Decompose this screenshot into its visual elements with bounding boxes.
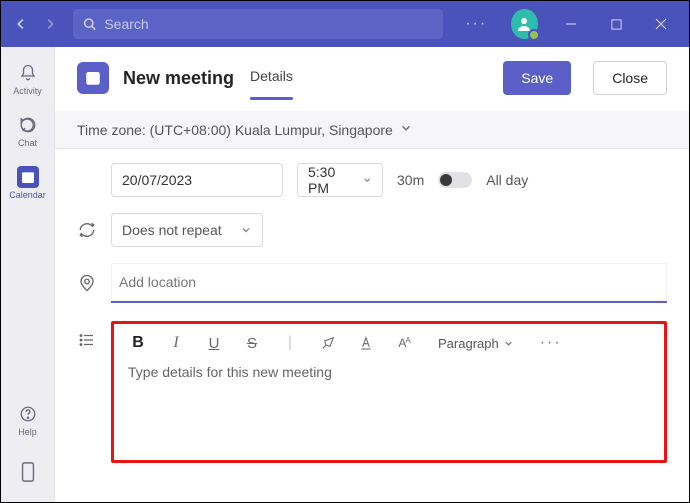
- title-bar: ···: [1, 1, 689, 47]
- search-input[interactable]: [104, 16, 433, 32]
- calendar-icon: [17, 166, 39, 188]
- date-value: 20/07/2023: [122, 172, 192, 188]
- chevron-down-icon: [503, 338, 514, 349]
- paragraph-select[interactable]: Paragraph: [438, 336, 514, 351]
- window-close-button[interactable]: [642, 9, 681, 39]
- nav-label: Activity: [13, 86, 42, 96]
- italic-button[interactable]: I: [166, 334, 186, 352]
- nav-item-calendar[interactable]: Calendar: [2, 159, 54, 207]
- timezone-label: Time zone: (UTC+08:00) Kuala Lumpur, Sin…: [77, 122, 393, 138]
- meeting-icon: [77, 62, 109, 94]
- time-value: 5:30 PM: [308, 164, 354, 196]
- repeat-value: Does not repeat: [122, 222, 222, 238]
- font-color-button[interactable]: [356, 335, 376, 351]
- nav-item-activity[interactable]: Activity: [2, 55, 54, 103]
- page-header: New meeting Details Save Close: [55, 47, 689, 103]
- location-placeholder: Add location: [119, 274, 196, 290]
- divider: |: [280, 334, 300, 352]
- nav-item-chat[interactable]: Chat: [2, 107, 54, 155]
- close-button[interactable]: Close: [593, 61, 667, 95]
- time-field[interactable]: 5:30 PM: [297, 163, 383, 197]
- chat-icon: [17, 114, 39, 136]
- all-day-toggle[interactable]: [438, 172, 472, 188]
- user-avatar[interactable]: [511, 9, 538, 39]
- chevron-down-icon: [240, 224, 252, 236]
- window-maximize-button[interactable]: [597, 9, 636, 39]
- nav-forward-button[interactable]: [38, 11, 61, 37]
- nav-item-device[interactable]: [2, 448, 54, 496]
- location-input[interactable]: Add location: [111, 263, 667, 303]
- list-icon: [77, 331, 97, 463]
- nav-label: Calendar: [9, 190, 46, 200]
- save-button[interactable]: Save: [503, 61, 571, 95]
- nav-label: Chat: [18, 138, 37, 148]
- search-icon: [83, 17, 96, 31]
- tab-details[interactable]: Details: [250, 68, 293, 88]
- strike-button[interactable]: S: [242, 335, 262, 352]
- nav-back-button[interactable]: [9, 11, 32, 37]
- nav-label: Help: [18, 427, 37, 437]
- toolbar-more-button[interactable]: ···: [540, 334, 562, 352]
- title-more-button[interactable]: ···: [455, 15, 497, 33]
- repeat-icon: [77, 221, 97, 239]
- location-icon: [77, 274, 97, 292]
- highlight-button[interactable]: [318, 335, 338, 351]
- presence-badge: [528, 29, 540, 41]
- paragraph-label: Paragraph: [438, 336, 499, 351]
- date-field[interactable]: 20/07/2023: [111, 163, 283, 197]
- date-time-row: 20/07/2023 5:30 PM 30m All day: [77, 163, 667, 197]
- repeat-row: Does not repeat: [77, 213, 667, 247]
- description-row: B I U S | AA Paragraph: [77, 321, 667, 463]
- help-icon: [17, 403, 39, 425]
- chevron-down-icon: [399, 121, 413, 138]
- content-area: New meeting Details Save Close Time zone…: [55, 47, 689, 502]
- all-day-label: All day: [486, 172, 528, 188]
- description-editor[interactable]: B I U S | AA Paragraph: [111, 321, 667, 463]
- window-minimize-button[interactable]: [552, 9, 591, 39]
- duration-label: 30m: [397, 172, 424, 188]
- editor-placeholder: Type details for this new meeting: [128, 364, 332, 380]
- timezone-row[interactable]: Time zone: (UTC+08:00) Kuala Lumpur, Sin…: [55, 111, 689, 149]
- device-icon: [17, 461, 39, 483]
- editor-toolbar: B I U S | AA Paragraph: [114, 324, 664, 358]
- underline-button[interactable]: U: [204, 335, 224, 352]
- font-size-button[interactable]: AA: [394, 336, 414, 350]
- editor-body[interactable]: Type details for this new meeting: [114, 358, 664, 460]
- bold-button[interactable]: B: [128, 334, 148, 352]
- left-nav: Activity Chat Calendar Help: [1, 47, 55, 502]
- location-row: Add location: [77, 263, 667, 303]
- page-title: New meeting: [123, 68, 234, 89]
- search-box[interactable]: [73, 9, 443, 39]
- nav-item-help[interactable]: Help: [2, 396, 54, 444]
- bell-icon: [17, 62, 39, 84]
- chevron-down-icon: [362, 174, 372, 186]
- repeat-select[interactable]: Does not repeat: [111, 213, 263, 247]
